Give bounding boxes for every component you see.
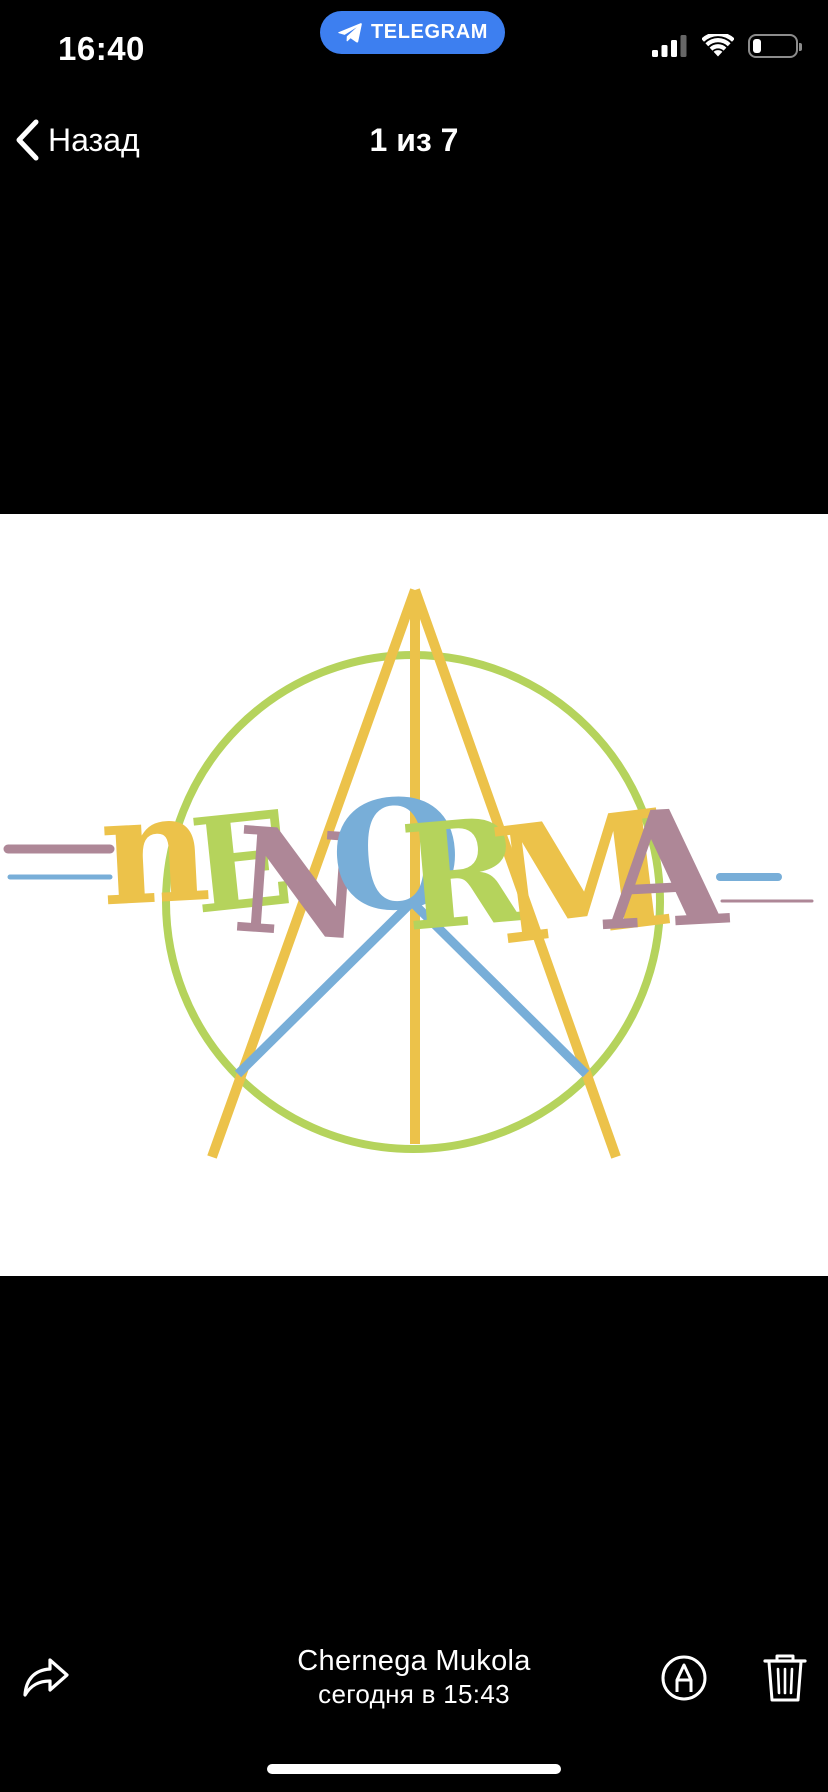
cellular-signal-icon (652, 35, 687, 57)
nenorma-logo: n E N O R M A (3, 588, 814, 1159)
battery-icon (748, 34, 802, 58)
return-to-app-pill[interactable]: TELEGRAM (320, 11, 505, 54)
logo-wordmark: n E N O R M A (96, 759, 732, 982)
message-date: сегодня в 15:43 (318, 1679, 510, 1709)
share-icon (23, 1658, 69, 1697)
delete-button[interactable] (762, 1652, 808, 1704)
share-button[interactable] (22, 1656, 70, 1700)
sender-name: Chernega Mukola (297, 1645, 531, 1677)
home-indicator[interactable] (267, 1764, 561, 1774)
photo-counter: 1 из 7 (369, 122, 459, 158)
telegram-icon (338, 22, 362, 43)
return-app-label: TELEGRAM (370, 21, 489, 43)
nav-bar: Назад 1 из 7 (0, 110, 828, 172)
status-time: 16:40 (58, 30, 145, 67)
photo-viewer-image[interactable]: n E N O R M A (0, 514, 828, 1276)
markup-button[interactable] (660, 1654, 708, 1702)
bottom-toolbar: Chernega Mukola сегодня в 15:43 (0, 1620, 828, 1740)
status-bar: 16:40 TELEGRAM (0, 0, 828, 100)
battery-level (753, 39, 761, 53)
trash-icon (763, 1654, 807, 1702)
status-icons (652, 34, 802, 58)
message-info: Chernega Mukola сегодня в 15:43 (200, 1644, 628, 1710)
wifi-icon (702, 34, 734, 57)
svg-text:A: A (595, 773, 733, 967)
markup-icon (661, 1655, 707, 1701)
